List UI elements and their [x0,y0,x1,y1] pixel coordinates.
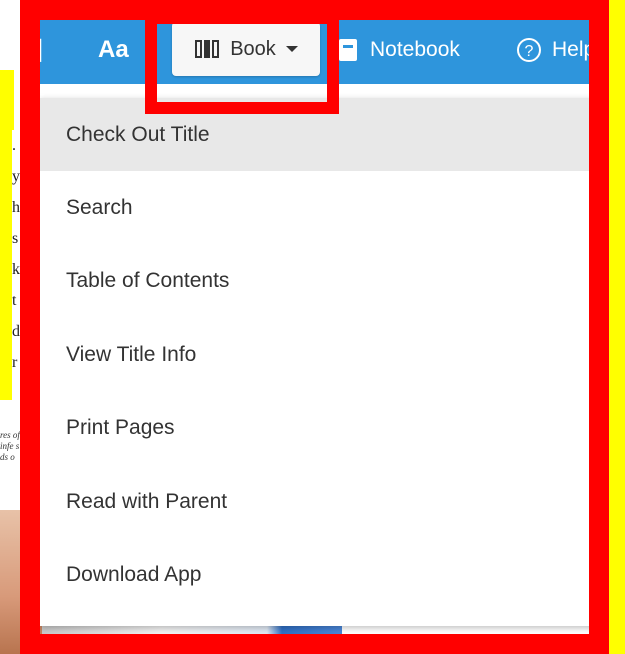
caption-line: infe s [0,441,20,451]
menu-item-label: Check Out Title [66,122,210,146]
page-text-line: y a [12,168,32,185]
notebook-icon [338,38,358,62]
page-text-line: r a [12,354,29,371]
page-text-line: d [12,323,20,340]
font-settings-button[interactable]: Aa [98,28,129,72]
page-highlight-right [609,0,625,654]
menu-item-read-with-parent[interactable]: Read with Parent [40,465,602,538]
caption-line: ds o [0,452,15,462]
bookmark-icon [26,38,42,62]
notebook-button[interactable]: Notebook [338,28,460,72]
menu-item-label: View Title Info [66,342,197,366]
menu-item-search[interactable]: Search [40,171,602,244]
svg-text:?: ? [525,43,534,60]
page-text-line: t [12,292,17,309]
page-text-line: k [12,261,20,278]
help-button[interactable]: ? Help [516,28,595,72]
help-circle-icon: ? [516,37,542,63]
page-text-fragment: . y a h o s s k t d r a [12,130,42,410]
notebook-label: Notebook [370,38,460,61]
menu-item-label: Download App [66,563,202,587]
book-dropdown-menu: Check Out Title Search Table of Contents… [40,98,602,626]
menu-item-print-pages[interactable]: Print Pages [40,392,602,465]
caption-line: res of [0,430,20,440]
bookmark-button[interactable] [26,28,48,72]
menu-item-download-app[interactable]: Download App [40,538,602,611]
font-settings-label: Aa [98,36,129,63]
book-menu-label: Book [230,37,276,60]
book-menu-button[interactable]: Book [172,22,320,76]
menu-item-label: Print Pages [66,416,175,440]
book-icon [194,38,220,60]
menu-item-check-out-title[interactable]: Check Out Title [40,98,602,172]
menu-item-view-title-info[interactable]: View Title Info [40,318,602,391]
menu-item-table-of-contents[interactable]: Table of Contents [40,245,602,318]
help-label: Help [552,38,596,61]
page-text-line: s s [12,230,29,247]
chevron-down-icon [285,46,298,52]
page-text-line: h o [12,199,32,216]
page-caption: res of infe s ds o [0,430,42,490]
page-photo [0,510,42,654]
menu-item-label: Table of Contents [66,269,230,293]
page-text-line: . [12,137,16,154]
menu-item-label: Read with Parent [66,489,228,513]
reader-toolbar: Aa Book Notebook ? Help [20,14,609,84]
menu-item-label: Search [66,196,133,220]
